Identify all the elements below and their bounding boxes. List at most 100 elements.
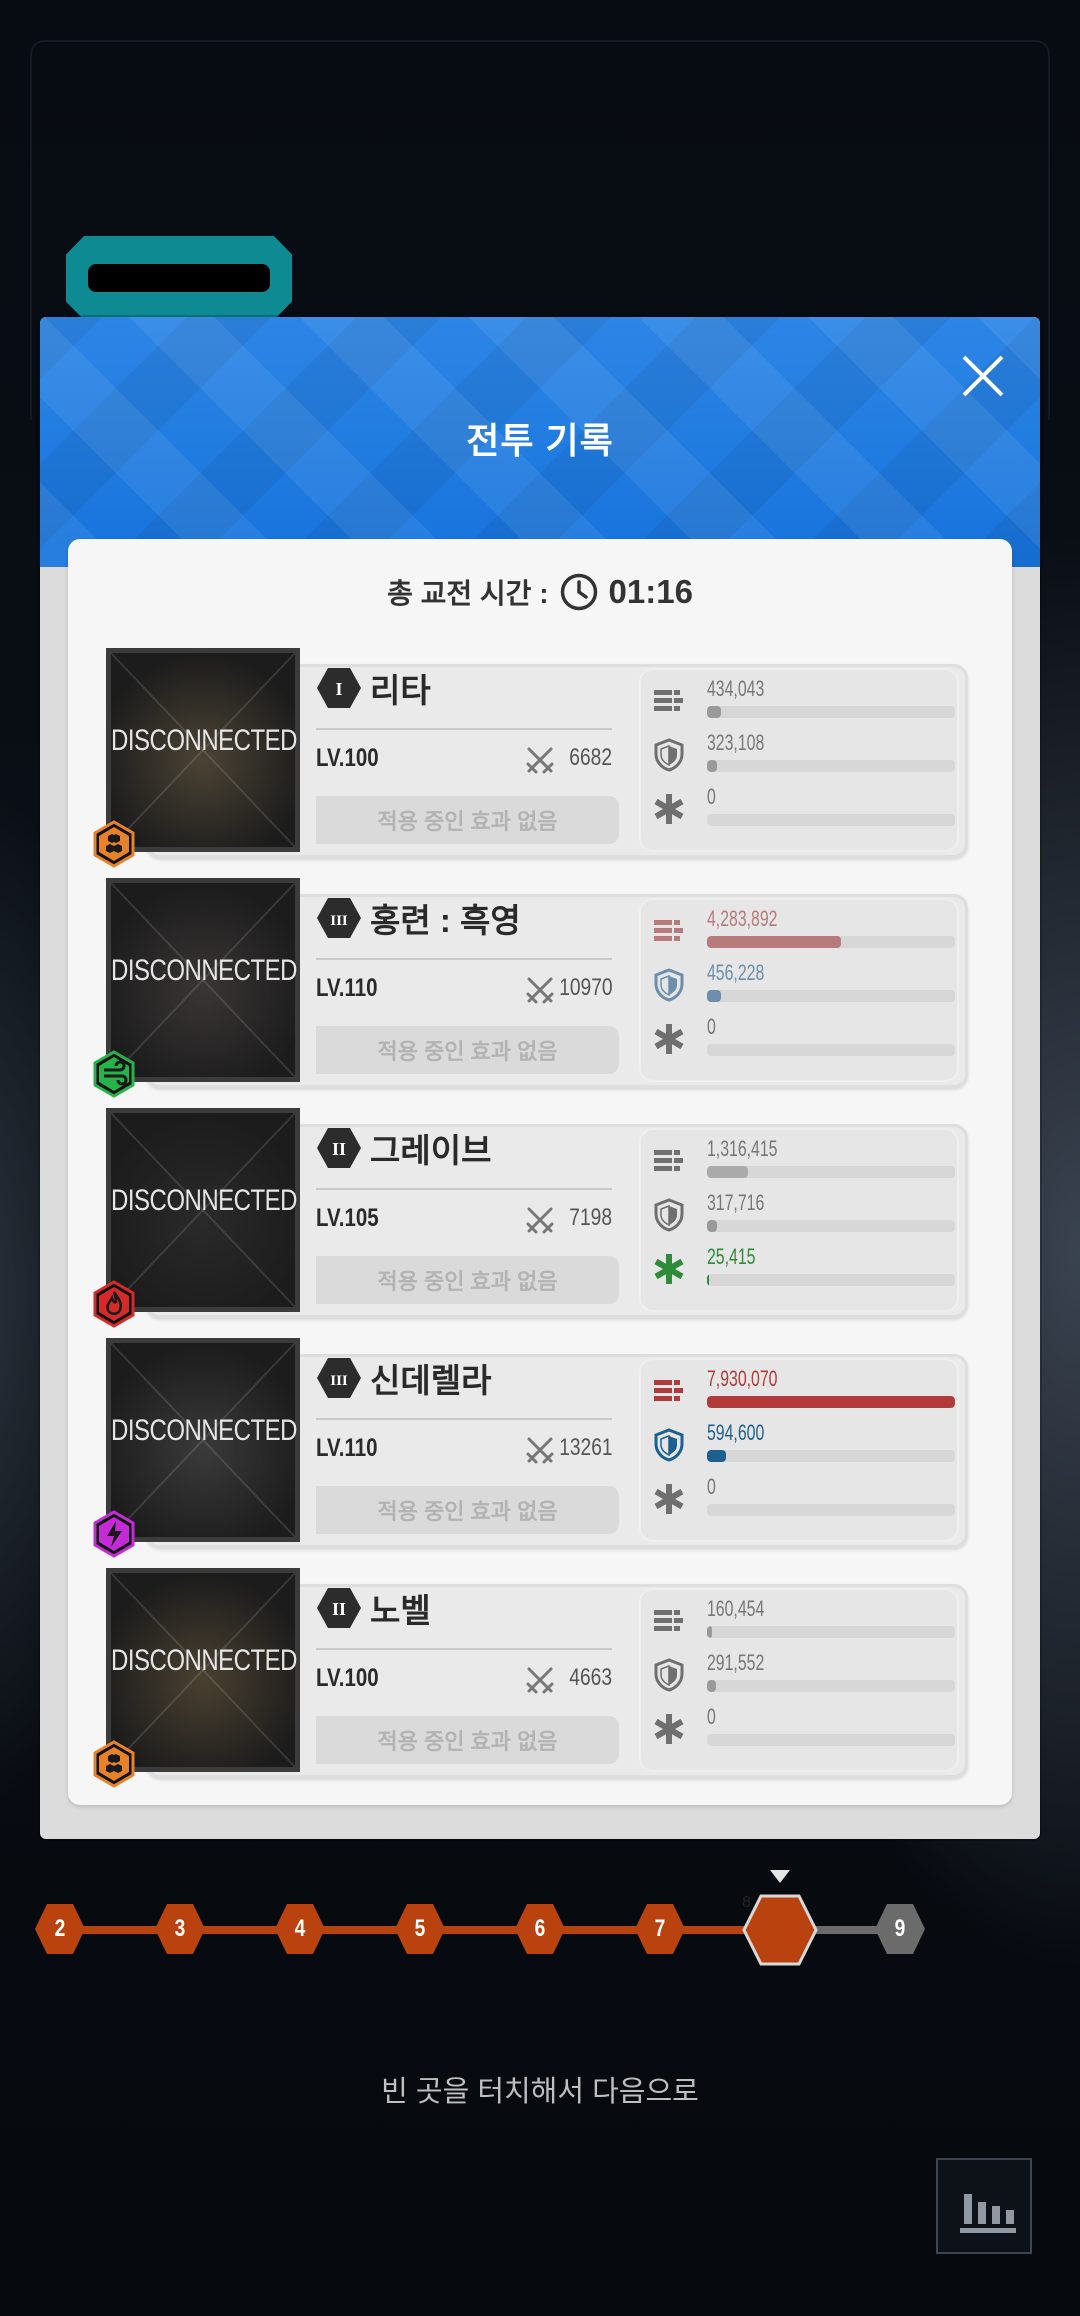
damage-bullets-icon bbox=[654, 1150, 683, 1171]
combat-power: 10970 bbox=[559, 974, 613, 1001]
defense-value: 456,228 bbox=[707, 960, 765, 985]
heal-bar bbox=[707, 814, 955, 826]
battle-record-modal: 전투 기록 총 교전 시간 : 01:16 DISCONNECTED I 리타 … bbox=[40, 317, 1040, 1839]
total-time-value: 01:16 bbox=[608, 573, 693, 610]
character-name: 홍련 : 흑영 bbox=[370, 902, 521, 939]
damage-value: 160,454 bbox=[707, 1596, 765, 1621]
no-effect-label: 적용 중인 효과 없음 bbox=[316, 1256, 619, 1304]
no-effect-label: 적용 중인 효과 없음 bbox=[316, 796, 619, 844]
character-level: LV.110 bbox=[316, 1434, 378, 1462]
modal-header: 전투 기록 bbox=[40, 317, 1040, 567]
crossed-swords-icon bbox=[526, 977, 554, 1004]
stage-node-current: 8 bbox=[742, 1894, 818, 1966]
character-level: LV.110 bbox=[316, 974, 378, 1002]
defense-stat: 456,228 bbox=[652, 960, 955, 1014]
statistics-button[interactable] bbox=[936, 2158, 1032, 2254]
stage-number: 3 bbox=[174, 1915, 186, 1942]
stage-number: 8 bbox=[742, 1894, 751, 1911]
crossed-swords-icon bbox=[526, 1667, 554, 1694]
damage-stat: 4,283,892 bbox=[652, 906, 955, 960]
damage-bar bbox=[707, 1626, 955, 1638]
damage-stat: 1,316,415 bbox=[652, 1136, 955, 1190]
heal-asterisk-icon bbox=[654, 1484, 684, 1514]
bar-chart-icon bbox=[960, 2194, 1016, 2233]
disconnected-label: DISCONNECTED bbox=[111, 723, 298, 758]
heal-asterisk-icon bbox=[654, 794, 684, 824]
character-row: DISCONNECTED III 신데렐라 LV.110 13261 적용 중인… bbox=[93, 1338, 968, 1558]
rank-badge-icon: II bbox=[317, 1128, 361, 1168]
damage-bullets-icon bbox=[654, 1610, 683, 1631]
damage-bar bbox=[707, 706, 955, 718]
heal-stat: 0 bbox=[652, 784, 955, 838]
stage-node: 7 bbox=[633, 1902, 687, 1956]
total-battle-time: 총 교전 시간 : 01:16 bbox=[68, 567, 1012, 617]
wind-icon bbox=[93, 1050, 135, 1098]
damage-value: 434,043 bbox=[707, 676, 765, 701]
stage-node: 2 bbox=[33, 1902, 87, 1956]
disconnected-label: DISCONNECTED bbox=[111, 953, 298, 988]
damage-bar bbox=[707, 1166, 955, 1178]
name-divider bbox=[316, 728, 612, 730]
character-level: LV.100 bbox=[316, 744, 379, 772]
heal-value: 0 bbox=[707, 1704, 716, 1729]
character-level: LV.105 bbox=[316, 1204, 379, 1232]
stage-number: 4 bbox=[294, 1915, 306, 1942]
defense-stat: 317,716 bbox=[652, 1190, 955, 1244]
rank-badge-icon: II bbox=[317, 1588, 361, 1628]
character-level: LV.100 bbox=[316, 1664, 379, 1692]
combat-power: 7198 bbox=[569, 1204, 612, 1231]
close-button[interactable] bbox=[958, 351, 1008, 401]
svg-text:II: II bbox=[332, 1139, 346, 1159]
disconnected-label: DISCONNECTED bbox=[111, 1183, 298, 1218]
tap-to-continue-hint: 빈 곳을 터치해서 다음으로 bbox=[381, 2076, 699, 2108]
stage-node: 5 bbox=[393, 1902, 447, 1956]
name-divider bbox=[316, 958, 612, 960]
stage-node: 9 bbox=[873, 1902, 927, 1956]
defense-bar bbox=[707, 760, 955, 772]
character-name: 노벨 bbox=[370, 1592, 431, 1629]
damage-bullets-icon bbox=[654, 1380, 683, 1401]
stage-number: 2 bbox=[54, 1915, 66, 1942]
defense-bar bbox=[707, 990, 955, 1002]
svg-text:III: III bbox=[330, 1373, 348, 1389]
defense-value: 291,552 bbox=[707, 1650, 765, 1675]
damage-bar bbox=[707, 1396, 955, 1408]
rank-badge-icon: I bbox=[317, 668, 361, 708]
stage-node: 4 bbox=[273, 1902, 327, 1956]
heal-asterisk-icon bbox=[654, 1024, 684, 1054]
modal-title: 전투 기록 bbox=[466, 420, 614, 461]
name-divider bbox=[316, 1418, 612, 1420]
rank-badge-icon: III bbox=[317, 1358, 361, 1398]
shield-icon bbox=[654, 968, 684, 1002]
heal-value: 0 bbox=[707, 1474, 716, 1499]
character-name: 그레이브 bbox=[370, 1132, 492, 1169]
damage-bar bbox=[707, 936, 955, 948]
fire-icon bbox=[93, 1280, 135, 1328]
disconnected-label: DISCONNECTED bbox=[111, 1643, 298, 1678]
damage-stat: 160,454 bbox=[652, 1596, 955, 1650]
combat-power: 6682 bbox=[569, 744, 612, 771]
defense-value: 323,108 bbox=[707, 730, 765, 755]
character-name: 신데렐라 bbox=[370, 1362, 492, 1399]
battle-record-panel: 총 교전 시간 : 01:16 DISCONNECTED I 리타 LV.100… bbox=[68, 539, 1012, 1805]
character-row: DISCONNECTED I 리타 LV.100 6682 적용 중인 효과 없… bbox=[93, 648, 968, 868]
svg-text:I: I bbox=[335, 679, 342, 699]
damage-value: 7,930,070 bbox=[707, 1366, 778, 1391]
heal-asterisk-icon bbox=[654, 1254, 684, 1284]
close-icon bbox=[962, 355, 1004, 397]
hex-honeycomb-icon bbox=[93, 1740, 135, 1788]
damage-value: 1,316,415 bbox=[707, 1136, 778, 1161]
defense-bar bbox=[707, 1680, 955, 1692]
combat-power: 13261 bbox=[559, 1434, 613, 1461]
shield-icon bbox=[654, 1198, 684, 1232]
stage-node: 6 bbox=[513, 1902, 567, 1956]
crossed-swords-icon bbox=[526, 1437, 554, 1464]
heal-stat: 25,415 bbox=[652, 1244, 955, 1298]
damage-bullets-icon bbox=[654, 690, 683, 711]
stage-number: 9 bbox=[894, 1915, 906, 1942]
heal-bar bbox=[707, 1734, 955, 1746]
shield-icon bbox=[654, 1428, 684, 1462]
heal-stat: 0 bbox=[652, 1474, 955, 1528]
defense-stat: 291,552 bbox=[652, 1650, 955, 1704]
hex-honeycomb-icon bbox=[93, 820, 135, 868]
